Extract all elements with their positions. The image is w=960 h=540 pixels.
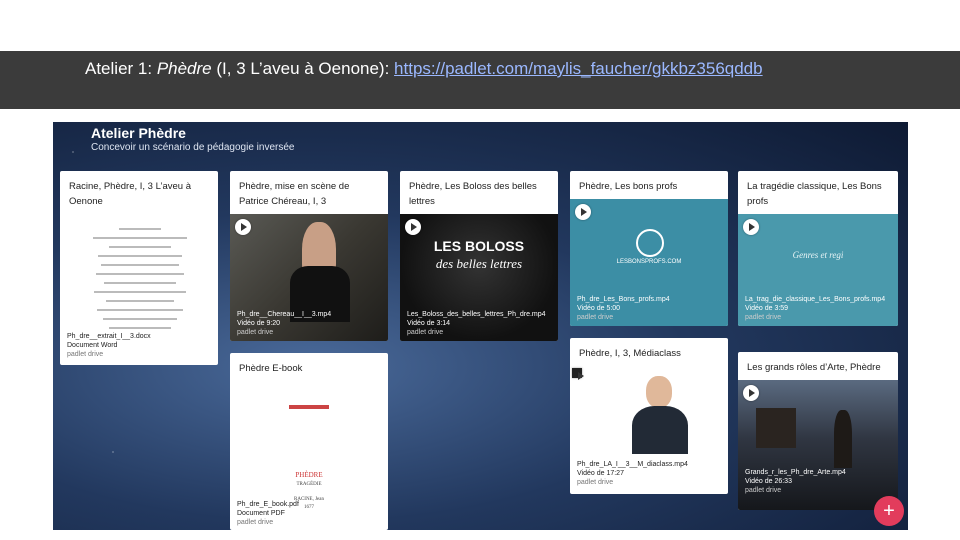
play-icon[interactable] xyxy=(743,219,759,235)
video-thumbnail[interactable] xyxy=(570,364,728,454)
card-title: Phèdre, mise en scène de Patrice Chéreau… xyxy=(239,181,350,207)
card-bons-profs[interactable]: Phèdre, Les bons profs LESBONSPROFS.COM … xyxy=(570,171,728,326)
card-caption: Grands_r_les_Ph_dre_Arte.mp4 Vidéo de 26… xyxy=(745,469,846,494)
play-icon[interactable] xyxy=(743,385,759,401)
card-title: Phèdre, Les Boloss des belles lettres xyxy=(409,181,537,207)
video-thumbnail[interactable]: Ph_dre__Chereau__I__3.mp4 Vidéo de 9:20 … xyxy=(230,214,388,341)
video-thumbnail[interactable]: Grands_r_les_Ph_dre_Arte.mp4 Vidéo de 26… xyxy=(738,380,898,510)
thumb-text: Genres et regi xyxy=(792,250,844,260)
video-thumbnail[interactable]: LES BOLOSS des belles lettres Les_Boloss… xyxy=(400,214,558,341)
ebook-cover: PHÈDRE TRAGÉDIE RACINE, Jean 1677 xyxy=(230,405,388,510)
padlet-subtitle: Concevoir un scénario de pédagogie inver… xyxy=(91,142,295,153)
card-boloss[interactable]: Phèdre, Les Boloss des belles lettres LE… xyxy=(400,171,558,341)
padlet-link[interactable]: https://padlet.com/maylis_faucher/gkkbz3… xyxy=(394,59,763,78)
presenter-figure xyxy=(646,376,672,408)
card-arte[interactable]: Les grands rôles d’Arte, Phèdre Grands_r… xyxy=(738,352,898,510)
play-icon[interactable] xyxy=(405,219,421,235)
video-thumbnail[interactable]: LESBONSPROFS.COM Ph_dre_Les_Bons_profs.m… xyxy=(570,199,728,326)
bons-profs-logo-icon xyxy=(636,229,664,257)
slide-heading: Atelier 1: Phèdre (I, 3 L’aveu à Oenone)… xyxy=(85,59,763,78)
thumb-brand: LESBONSPROFS.COM xyxy=(616,259,682,265)
card-title: Les grands rôles d’Arte, Phèdre xyxy=(747,362,881,373)
card-racine-extrait[interactable]: Racine, Phèdre, I, 3 L’aveu à Oenone Ph_… xyxy=(60,171,218,365)
card-title: Phèdre, Les bons profs xyxy=(579,181,678,192)
play-icon[interactable] xyxy=(575,204,591,220)
card-mediaclass[interactable]: Phèdre, I, 3, Médiaclass Ph_dre_LA_I__3_… xyxy=(570,338,728,494)
add-post-button[interactable]: + xyxy=(874,496,904,526)
padlet-board: Atelier Phèdre Concevoir un scénario de … xyxy=(53,122,908,530)
card-caption: Ph_dre__Chereau__I__3.mp4 Vidéo de 9:20 … xyxy=(237,311,332,336)
card-ebook[interactable]: Phèdre E-book PHÈDRE TRAGÉDIE RACINE, Je… xyxy=(230,353,388,530)
card-caption: Ph_dre_Les_Bons_profs.mp4 Vidéo de 5:00 … xyxy=(577,296,670,321)
card-caption: La_trag_die_classique_Les_Bons_profs.mp4… xyxy=(745,296,886,321)
heading-italic: Phèdre xyxy=(156,59,212,78)
play-icon[interactable] xyxy=(235,219,251,235)
play-icon[interactable] xyxy=(572,368,584,380)
card-caption: Ph_dre__extrait_I__3.docx Document Word … xyxy=(67,333,151,358)
card-tragedie-classique[interactable]: La tragédie classique, Les Bons profs Ge… xyxy=(738,171,898,326)
card-title: La tragédie classique, Les Bons profs xyxy=(747,181,882,207)
thumb-subtitle: des belles lettres xyxy=(435,256,523,271)
card-title: Phèdre, I, 3, Médiaclass xyxy=(579,348,681,359)
padlet-title: Atelier Phèdre xyxy=(91,125,186,141)
card-chereau[interactable]: Phèdre, mise en scène de Patrice Chéreau… xyxy=(230,171,388,341)
card-caption: Les_Boloss_des_belles_lettres_Ph_dre.mp4… xyxy=(407,311,546,336)
video-thumbnail[interactable]: Genres et regi La_trag_die_classique_Les… xyxy=(738,214,898,326)
card-title: Racine, Phèdre, I, 3 L’aveu à Oenone xyxy=(69,181,191,207)
document-preview xyxy=(88,221,192,329)
publisher-logo xyxy=(289,405,329,409)
card-caption: Ph_dre_E_book.pdf Document PDF padlet dr… xyxy=(237,501,299,526)
thumb-title: LES BOLOSS xyxy=(433,238,525,254)
card-title: Phèdre E-book xyxy=(239,363,303,374)
card-caption: Ph_dre_LA_I__3__M_diaclass.mp4 Vidéo de … xyxy=(577,461,688,486)
building-silhouette xyxy=(756,408,796,448)
